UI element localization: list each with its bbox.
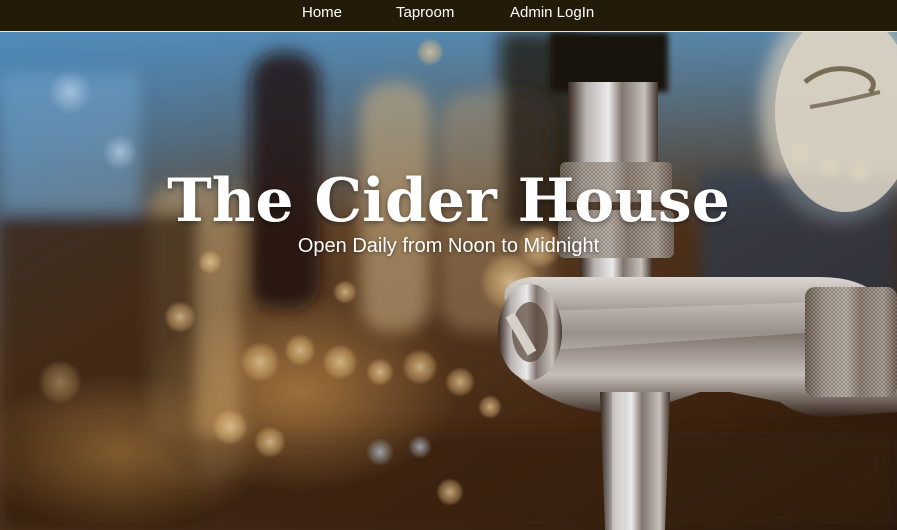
- top-navigation-bar: Home Taproom Admin LogIn: [0, 0, 897, 32]
- hero-background-image: [0, 32, 897, 530]
- nav-admin-login-link[interactable]: Admin LogIn: [510, 5, 594, 21]
- hero-banner: The Cider House Open Daily from Noon to …: [0, 32, 897, 530]
- page: Home Taproom Admin LogIn The Cider House…: [0, 0, 897, 530]
- nav-home-link[interactable]: Home: [302, 5, 342, 21]
- nav-taproom-link[interactable]: Taproom: [396, 5, 454, 21]
- hero-title: The Cider House: [167, 166, 730, 237]
- hero-subtitle: Open Daily from Noon to Midnight: [297, 235, 600, 257]
